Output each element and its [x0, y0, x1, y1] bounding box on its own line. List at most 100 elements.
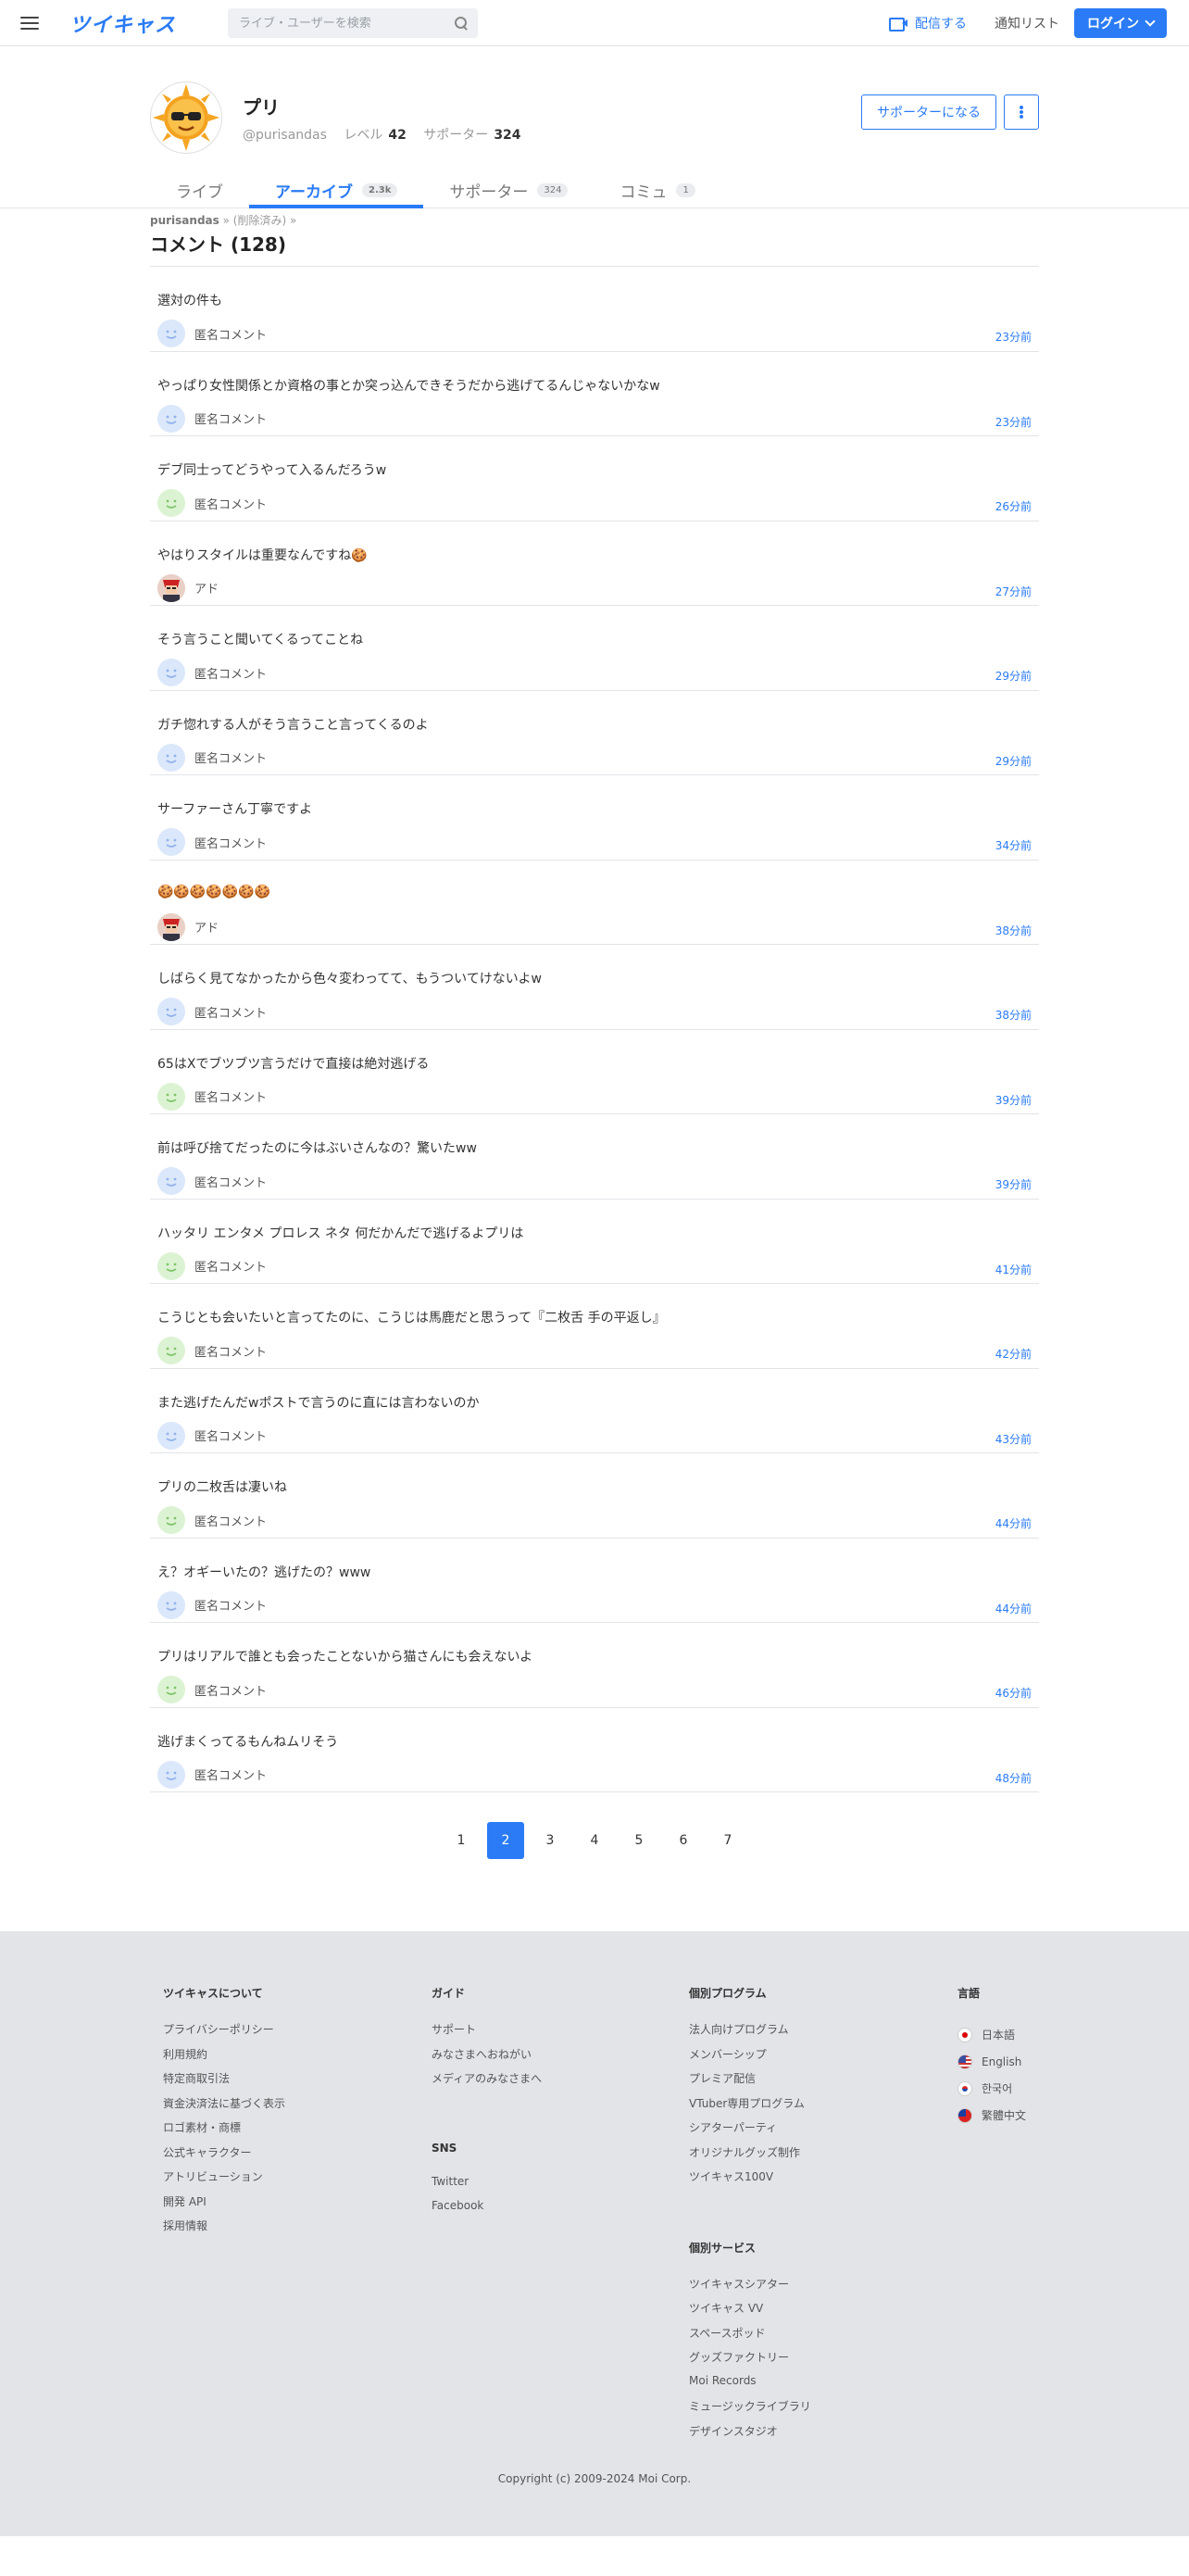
comment-timestamp[interactable]: 43分前: [995, 1431, 1032, 1447]
comment-timestamp[interactable]: 29分前: [995, 668, 1032, 684]
footer-link[interactable]: シアターパーティ: [689, 2119, 811, 2144]
footer-link[interactable]: Twitter: [432, 2175, 542, 2200]
footer-link[interactable]: Moi Records: [689, 2374, 811, 2399]
comment-timestamp[interactable]: 34分前: [995, 837, 1032, 853]
anonymous-face-icon[interactable]: [157, 1506, 185, 1534]
page-5-button[interactable]: 5: [620, 1822, 657, 1859]
footer-link[interactable]: 公式キャラクター: [163, 2144, 285, 2169]
comment-user[interactable]: アド: [157, 912, 219, 941]
footer-link[interactable]: ロゴ素材・商標: [163, 2119, 285, 2144]
comment-timestamp[interactable]: 38分前: [995, 923, 1032, 938]
comment-timestamp[interactable]: 29分前: [995, 753, 1032, 769]
anonymous-face-icon[interactable]: [157, 1251, 185, 1280]
comment-timestamp[interactable]: 46分前: [995, 1685, 1032, 1701]
language-option[interactable]: English: [957, 2048, 1026, 2075]
anonymous-face-icon[interactable]: [157, 998, 185, 1025]
search-box[interactable]: [228, 8, 478, 38]
comment-user[interactable]: 匿名コメント: [157, 743, 267, 772]
comment-timestamp[interactable]: 42分前: [995, 1346, 1032, 1362]
comment-timestamp[interactable]: 23分前: [995, 414, 1032, 430]
tab-supporter[interactable]: サポーター 324: [423, 172, 594, 207]
comment-timestamp[interactable]: 41分前: [995, 1262, 1032, 1277]
page-4-button[interactable]: 4: [576, 1822, 613, 1859]
page-2-button[interactable]: 2: [487, 1822, 524, 1859]
breadcrumb-item[interactable]: (削除済み): [233, 214, 286, 227]
search-icon[interactable]: [454, 16, 469, 31]
comment-user[interactable]: 匿名コメント: [157, 489, 267, 517]
footer-link[interactable]: 資金決済法に基づく表示: [163, 2095, 285, 2120]
comment-user[interactable]: 匿名コメント: [157, 998, 267, 1025]
anonymous-face-icon[interactable]: [157, 1167, 185, 1195]
comment-user[interactable]: 匿名コメント: [157, 1421, 267, 1450]
notification-list-link[interactable]: 通知リスト: [995, 14, 1059, 32]
comment-timestamp[interactable]: 27分前: [995, 584, 1032, 599]
footer-link[interactable]: メンバーシップ: [689, 2046, 811, 2071]
footer-link[interactable]: みなさまへおねがい: [432, 2046, 542, 2071]
page-3-button[interactable]: 3: [532, 1822, 569, 1859]
footer-link[interactable]: サポート: [432, 2021, 542, 2046]
breadcrumb-user-link[interactable]: purisandas: [150, 214, 219, 227]
comment-timestamp[interactable]: 48分前: [995, 1770, 1032, 1786]
tab-community[interactable]: コミュ 1: [594, 172, 720, 207]
comment-user[interactable]: 匿名コメント: [157, 828, 267, 856]
comment-user[interactable]: 匿名コメント: [157, 1167, 267, 1195]
comment-user[interactable]: 匿名コメント: [157, 404, 267, 433]
avatar[interactable]: [150, 82, 222, 154]
comment-timestamp[interactable]: 44分前: [995, 1515, 1032, 1531]
more-options-button[interactable]: [1004, 94, 1039, 130]
footer-link[interactable]: ミュージックライブラリ: [689, 2398, 811, 2423]
footer-link[interactable]: グッズファクトリー: [689, 2349, 811, 2374]
comment-user[interactable]: 匿名コメント: [157, 1506, 267, 1534]
comment-user[interactable]: 匿名コメント: [157, 1337, 267, 1364]
footer-link[interactable]: ツイキャス VV: [689, 2300, 811, 2325]
anonymous-face-icon[interactable]: [157, 1421, 185, 1450]
comment-user[interactable]: 匿名コメント: [157, 320, 267, 347]
language-option[interactable]: 日本語: [957, 2021, 1026, 2048]
site-logo[interactable]: ツイキャス: [69, 8, 176, 38]
footer-link[interactable]: ツイキャスシアター: [689, 2276, 811, 2301]
tab-archive[interactable]: アーカイブ 2.3k: [249, 172, 424, 208]
footer-link[interactable]: デザインスタジオ: [689, 2423, 811, 2448]
anonymous-face-icon[interactable]: [157, 1337, 185, 1364]
footer-link[interactable]: 法人向けプログラム: [689, 2021, 811, 2046]
anonymous-face-icon[interactable]: [157, 1676, 185, 1703]
anonymous-face-icon[interactable]: [157, 659, 185, 686]
anonymous-face-icon[interactable]: [157, 828, 185, 856]
comment-user[interactable]: 匿名コメント: [157, 1760, 267, 1789]
page-1-button[interactable]: 1: [443, 1822, 480, 1859]
login-button[interactable]: ログイン: [1074, 7, 1167, 38]
hamburger-menu-icon[interactable]: [20, 16, 39, 30]
footer-link[interactable]: 開発 API: [163, 2193, 285, 2218]
user-avatar-icon[interactable]: [157, 912, 185, 941]
anonymous-face-icon[interactable]: [157, 1590, 185, 1619]
user-avatar-icon[interactable]: [157, 573, 185, 602]
footer-link[interactable]: アトリビューション: [163, 2168, 285, 2193]
comment-timestamp[interactable]: 39分前: [995, 1176, 1032, 1192]
page-6-button[interactable]: 6: [665, 1822, 702, 1859]
anonymous-face-icon[interactable]: [157, 1760, 185, 1789]
footer-link[interactable]: 採用情報: [163, 2218, 285, 2243]
comment-timestamp[interactable]: 26分前: [995, 498, 1032, 514]
comment-timestamp[interactable]: 39分前: [995, 1092, 1032, 1108]
anonymous-face-icon[interactable]: [157, 404, 185, 433]
become-supporter-button[interactable]: サポーターになる: [861, 94, 996, 130]
footer-link[interactable]: メディアのみなさまへ: [432, 2070, 542, 2095]
comment-user[interactable]: 匿名コメント: [157, 1082, 267, 1111]
footer-link[interactable]: オリジナルグッズ制作: [689, 2144, 811, 2169]
comment-timestamp[interactable]: 44分前: [995, 1601, 1032, 1616]
anonymous-face-icon[interactable]: [157, 1082, 185, 1111]
search-input[interactable]: [239, 16, 454, 31]
language-option[interactable]: 繁體中文: [957, 2102, 1026, 2129]
anonymous-face-icon[interactable]: [157, 320, 185, 347]
footer-link[interactable]: 特定商取引法: [163, 2070, 285, 2095]
footer-link[interactable]: プレミア配信: [689, 2070, 811, 2095]
footer-link[interactable]: VTuber専用プログラム: [689, 2095, 811, 2120]
footer-link[interactable]: 利用規約: [163, 2046, 285, 2071]
comment-user[interactable]: 匿名コメント: [157, 1590, 267, 1619]
footer-link[interactable]: Facebook: [432, 2199, 542, 2224]
footer-link[interactable]: スペースポッド: [689, 2325, 811, 2350]
comment-user[interactable]: 匿名コメント: [157, 659, 267, 686]
anonymous-face-icon[interactable]: [157, 743, 185, 772]
broadcast-button[interactable]: 配信する: [889, 14, 967, 32]
footer-link[interactable]: ツイキャス100V: [689, 2168, 811, 2193]
